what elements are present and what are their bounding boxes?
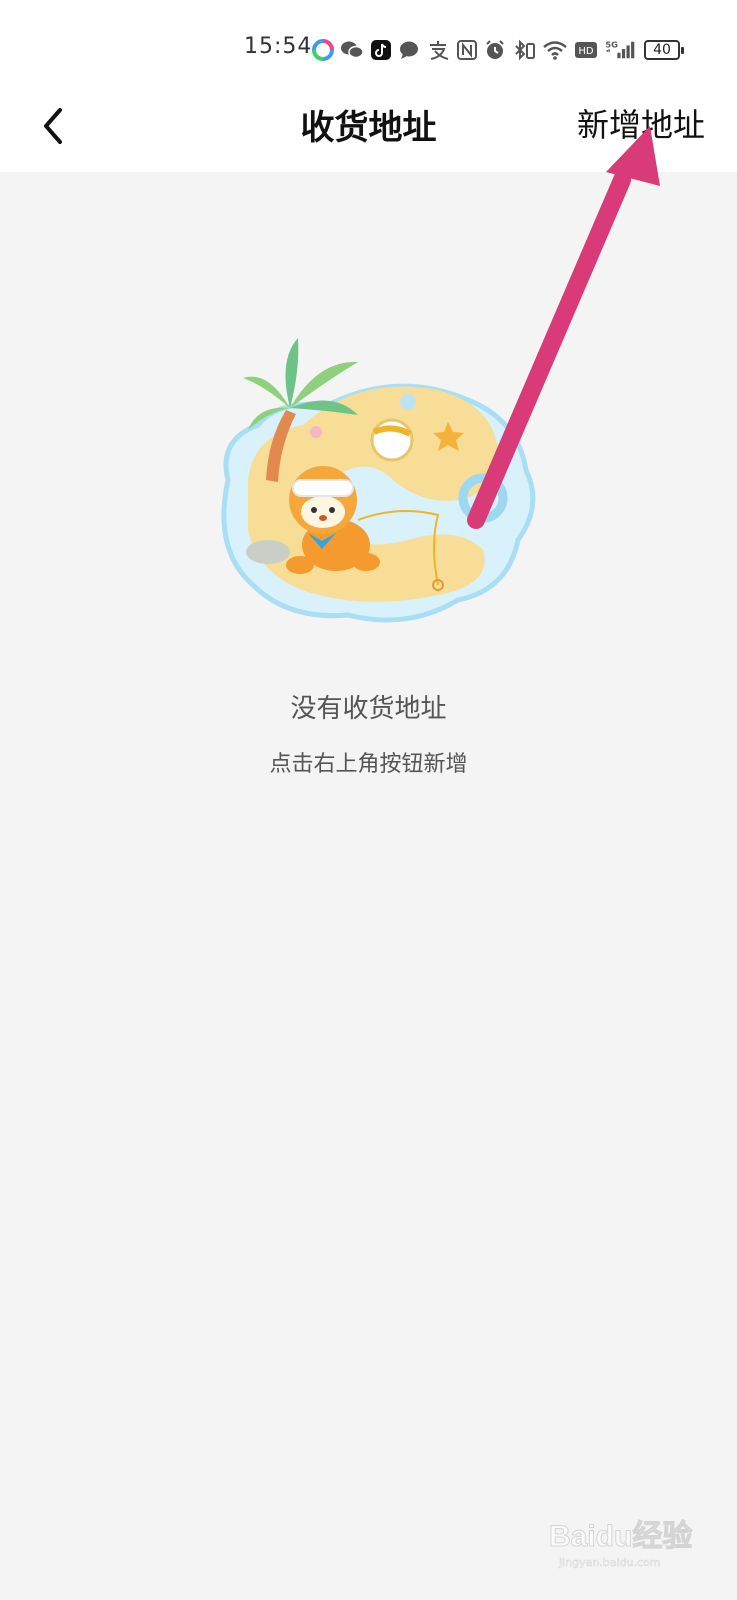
douyin-icon — [371, 40, 391, 60]
empty-state-illustration — [221, 338, 536, 623]
status-icons: HD 5G 40 — [312, 37, 684, 63]
nfc-icon — [457, 40, 477, 60]
alarm-icon — [486, 40, 504, 59]
svg-text:jingyan.baidu.com: jingyan.baidu.com — [558, 1556, 661, 1569]
wechat-icon — [341, 41, 364, 59]
status-bar: 15:54 HD 5G 40 — [0, 0, 737, 90]
svg-text:HD: HD — [578, 46, 594, 57]
alipay-icon — [430, 41, 449, 60]
signal-icon: 5G — [605, 39, 635, 59]
hd-icon: HD — [575, 42, 597, 58]
wifi-icon — [543, 41, 567, 60]
assistant-icon — [312, 39, 334, 61]
navigation-header: 收货地址 新增地址 — [0, 90, 737, 172]
annotation-arrow — [467, 126, 660, 529]
add-address-button[interactable]: 新增地址 — [577, 100, 705, 146]
bluetooth-icon — [515, 39, 535, 61]
empty-state-subtitle: 点击右上角按钮新增 — [269, 752, 468, 777]
message-icon — [400, 41, 418, 59]
battery-indicator: 40 — [644, 40, 684, 60]
baidu-jingyan-watermark: Baidu经验 jingyan.baidu.com — [549, 1519, 693, 1570]
svg-text:Baidu经验: Baidu经验 — [549, 1519, 692, 1553]
empty-state-title: 没有收货地址 — [290, 694, 447, 724]
svg-text:5G: 5G — [605, 39, 618, 49]
status-time: 15:54 — [244, 34, 313, 59]
